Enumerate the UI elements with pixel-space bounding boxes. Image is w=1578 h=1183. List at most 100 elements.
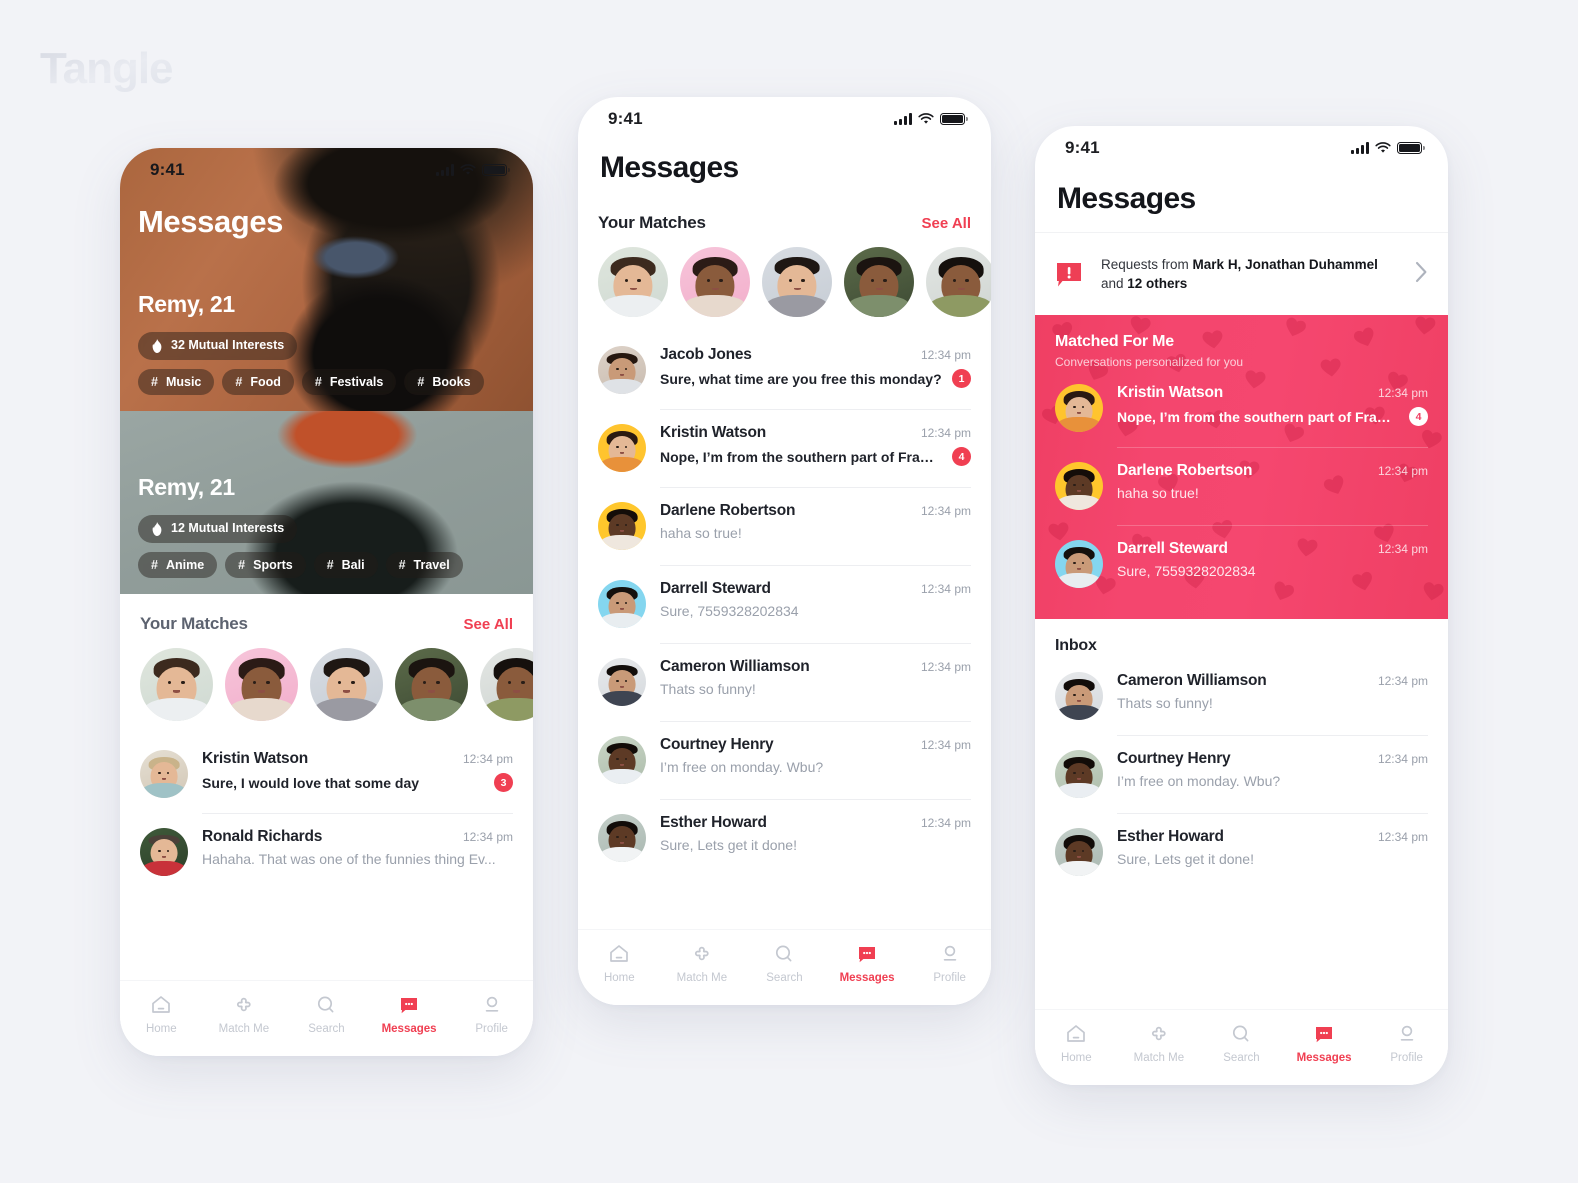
- tag-label: Anime: [165, 557, 205, 572]
- match-avatar[interactable]: [395, 648, 468, 721]
- nav-item-messages[interactable]: Messages: [826, 942, 909, 984]
- conversation-row[interactable]: Cameron Williamson 12:34 pm Thats so funn…: [1055, 657, 1428, 735]
- conversation-row[interactable]: Esther Howard 12:34 pm Sure, Lets get it …: [1055, 813, 1428, 891]
- conversation-row[interactable]: Darlene Robertson 12:34 pm haha so true!: [1055, 447, 1428, 525]
- match-avatar[interactable]: [480, 648, 533, 721]
- profile-card-1-info: Remy, 21 32 Mutual Interests # Music # Foo…: [120, 290, 533, 395]
- hash-icon: #: [398, 557, 406, 572]
- tag-pill[interactable]: # Anime: [138, 551, 218, 578]
- match-avatar[interactable]: [310, 648, 383, 721]
- contact-name: Ronald Richards: [202, 828, 323, 845]
- chevron-right-icon[interactable]: [1415, 261, 1428, 288]
- cellular-bars-icon: [436, 164, 454, 176]
- matched-title: Matched For Me: [1055, 333, 1174, 351]
- conversation-row[interactable]: Courtney Henry 12:34 pm I’m free on monda…: [1055, 735, 1428, 813]
- wifi-icon: [1375, 142, 1391, 153]
- profile-person-icon: [1400, 1025, 1413, 1041]
- tag-label: Books: [432, 374, 471, 389]
- unread-badge: 4: [1409, 407, 1428, 427]
- nav-item-profile[interactable]: Profile: [908, 942, 991, 984]
- home-icon: [152, 996, 171, 1013]
- profile-name: Remy, 21: [138, 290, 235, 317]
- message-time: 12:34 pm: [920, 816, 971, 830]
- tag-pill[interactable]: # Sports: [225, 551, 306, 578]
- tag-pill[interactable]: # Festivals: [301, 368, 397, 395]
- nav-item-profile[interactable]: Profile: [450, 993, 533, 1035]
- nav-item-messages[interactable]: Messages: [368, 993, 451, 1035]
- message-requests-banner[interactable]: Requests from Mark H, Jonathan Duhammel …: [1035, 232, 1448, 315]
- status-time: 9:41: [150, 160, 185, 179]
- match-avatar[interactable]: [680, 247, 750, 317]
- nav-item-match-me[interactable]: Match Me: [1118, 1022, 1201, 1064]
- conversation-list: Jacob Jones 12:34 pm Sure, what time are …: [578, 331, 991, 877]
- search-icon: [318, 996, 334, 1013]
- status-bar: 9:41: [578, 97, 991, 141]
- tag-pill[interactable]: # Travel: [385, 551, 463, 578]
- matches-avatar-strip[interactable]: [578, 233, 991, 331]
- nav-item-messages[interactable]: Messages: [1283, 1022, 1366, 1064]
- avatar: [598, 502, 646, 550]
- match-avatar[interactable]: [225, 648, 298, 721]
- profile-card-1[interactable]: 9:41 Messages Remy, 21 32 Mutual Interes…: [120, 148, 533, 411]
- conversation-row[interactable]: Ronald Richards 12:34 pm Hahaha. That wa…: [140, 813, 513, 891]
- nav-item-profile[interactable]: Profile: [1365, 1022, 1448, 1064]
- message-preview: Sure, Lets get it done!: [660, 837, 797, 853]
- nav-item-home[interactable]: Home: [1035, 1022, 1118, 1064]
- conversation-row[interactable]: Cameron Williamson 12:34 pm Thats so funn…: [598, 643, 971, 721]
- mutual-interests-label: 12 Mutual Interests: [171, 521, 285, 536]
- tag-pill[interactable]: # Books: [404, 368, 484, 395]
- nav-label: Profile: [933, 972, 966, 984]
- match-avatar[interactable]: [844, 247, 914, 317]
- conversation-row[interactable]: Esther Howard 12:34 pm Sure, Lets get it …: [598, 799, 971, 877]
- nav-item-search[interactable]: Search: [743, 942, 826, 984]
- message-time: 12:34 pm: [462, 830, 513, 844]
- match-avatar[interactable]: [762, 247, 832, 317]
- nav-item-home[interactable]: Home: [120, 993, 203, 1035]
- mutual-interests-pill[interactable]: 12 Mutual Interests: [138, 514, 298, 543]
- see-all-link[interactable]: See All: [464, 616, 513, 633]
- contact-name: Jacob Jones: [660, 346, 752, 363]
- nav-item-search[interactable]: Search: [1200, 1022, 1283, 1064]
- conversation-row[interactable]: Kristin Watson 12:34 pm Nope, I’m from th…: [1055, 369, 1428, 447]
- profile-card-2[interactable]: Remy, 21 12 Mutual Interests # Anime # Spo…: [120, 411, 533, 594]
- flame-icon: [152, 338, 162, 353]
- status-icons: [436, 164, 510, 176]
- nav-item-home[interactable]: Home: [578, 942, 661, 984]
- conversation-row[interactable]: Kristin Watson 12:34 pm Nope, I’m from th…: [598, 409, 971, 487]
- nav-item-match-me[interactable]: Match Me: [661, 942, 744, 984]
- phone-screen-messages-list: 9:41 Messages Your Matches See All Jacob…: [578, 97, 991, 1005]
- conversation-row[interactable]: Jacob Jones 12:34 pm Sure, what time are …: [598, 331, 971, 409]
- see-all-link[interactable]: See All: [922, 215, 971, 232]
- nav-label: Home: [603, 972, 635, 984]
- match-avatar[interactable]: [598, 247, 668, 317]
- contact-name: Darrell Steward: [1117, 540, 1228, 558]
- matches-avatar-strip[interactable]: [120, 634, 533, 735]
- nav-label: Search: [766, 972, 803, 984]
- hash-icon: #: [326, 557, 334, 572]
- message-preview: Nope, I’m from the southern part of Fran…: [660, 448, 942, 465]
- match-avatar[interactable]: [140, 648, 213, 721]
- matches-title: Your Matches: [140, 614, 248, 633]
- tag-pill[interactable]: # Bali: [313, 551, 378, 578]
- nav-item-match-me[interactable]: Match Me: [203, 993, 286, 1035]
- conversation-row[interactable]: Darrell Steward 12:34 pm Sure, 7559328202…: [1055, 525, 1428, 603]
- unread-badge: 1: [952, 369, 971, 388]
- conversation-row[interactable]: Darrell Steward 12:34 pm Sure, 7559328202…: [598, 565, 971, 643]
- mutual-interests-pill[interactable]: 32 Mutual Interests: [138, 331, 298, 360]
- inbox-title: Inbox: [1055, 637, 1097, 655]
- match-avatar[interactable]: [926, 247, 991, 317]
- conversation-row[interactable]: Kristin Watson 12:34 pm Sure, I would lo…: [140, 735, 513, 813]
- profile-card-2-info: Remy, 21 12 Mutual Interests # Anime # Spo…: [120, 474, 533, 578]
- contact-name: Darlene Robertson: [1117, 462, 1253, 480]
- avatar: [1055, 384, 1103, 433]
- conversation-row[interactable]: Darlene Robertson 12:34 pm haha so true!: [598, 487, 971, 565]
- nav-label: Messages: [839, 972, 895, 984]
- message-time: 12:34 pm: [920, 582, 971, 596]
- nav-item-search[interactable]: Search: [285, 993, 368, 1035]
- message-time: 12:34 pm: [920, 426, 971, 440]
- conversation-row[interactable]: Courtney Henry 12:34 pm I’m free on monda…: [598, 721, 971, 799]
- contact-name: Esther Howard: [1117, 828, 1224, 846]
- tag-pill[interactable]: # Music: [138, 368, 215, 395]
- tag-pill[interactable]: # Food: [222, 368, 294, 395]
- puzzle-piece-icon: [1151, 1026, 1166, 1041]
